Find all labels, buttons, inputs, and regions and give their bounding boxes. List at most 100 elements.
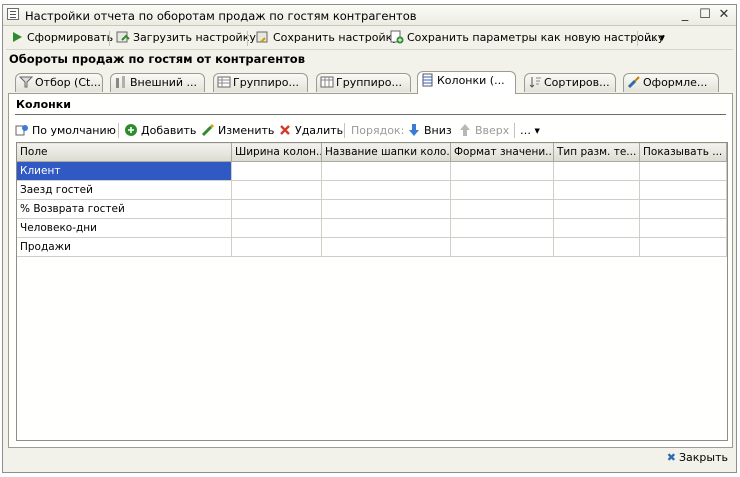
cell-format[interactable] [450, 199, 554, 219]
cell-format[interactable] [450, 161, 554, 181]
settings-window: Настройки отчета по оборотам продаж по г… [2, 4, 737, 473]
brush-icon [627, 75, 641, 89]
cell-field[interactable]: Человеко-дни [16, 218, 232, 238]
cell-size-type[interactable] [553, 180, 640, 200]
tab-label: Оформле... [643, 76, 708, 89]
cell-format[interactable] [450, 218, 554, 238]
filter-icon [18, 75, 34, 89]
up-label: Вверх [475, 124, 510, 137]
cell-width[interactable] [231, 180, 322, 200]
cell-caption[interactable] [321, 237, 451, 257]
tab-label: Внешний ... [130, 76, 198, 89]
table-row[interactable]: Клиент [16, 161, 727, 181]
tools-icon [114, 75, 128, 89]
delete-button[interactable]: Удалить [278, 123, 343, 139]
table-icon [217, 75, 231, 89]
dropdown-arrow-icon: ▼ [659, 34, 665, 42]
group-divider [15, 114, 726, 115]
move-up-button[interactable]: Вверх [458, 123, 509, 139]
maximize-button[interactable]: ☐ [696, 6, 714, 23]
cell-format[interactable] [450, 180, 554, 200]
cell-field[interactable]: Заезд гостей [16, 180, 232, 200]
arrow-up-icon [458, 123, 472, 137]
tab-label: Отбор (Ct... [35, 76, 101, 89]
cell-width[interactable] [231, 237, 322, 257]
more-label: … [645, 31, 656, 44]
down-label: Вниз [424, 124, 452, 137]
play-icon [10, 30, 24, 44]
tab-columns[interactable]: Колонки (... [417, 71, 516, 94]
tab-grouping-columns[interactable]: Группиро... [316, 73, 411, 92]
table-header-row: Поле Ширина колон... Название шапки коло… [16, 142, 727, 162]
cell-caption[interactable] [321, 218, 451, 238]
cell-caption[interactable] [321, 199, 451, 219]
cell-show[interactable] [639, 180, 727, 200]
tab-external[interactable]: Внешний ... [110, 73, 205, 92]
table-row[interactable]: % Возврата гостей [16, 199, 727, 219]
main-toolbar: Сформировать Загрузить настройку Сохрани… [6, 27, 733, 50]
tab-formatting[interactable]: Оформле... [623, 73, 719, 92]
dropdown-arrow-icon: ▼ [534, 127, 540, 135]
close-window-button[interactable]: ✕ [715, 6, 733, 23]
load-settings-label: Загрузить настройку [133, 31, 256, 44]
close-button[interactable]: ✖ Закрыть [667, 450, 728, 466]
cell-width[interactable] [231, 199, 322, 219]
toolbar-more-button[interactable]: … ▼ [645, 30, 665, 46]
save-settings-button[interactable]: Сохранить настройку [256, 30, 399, 46]
edit-label: Изменить [218, 124, 275, 137]
generate-label: Сформировать [27, 31, 114, 44]
column-header-caption[interactable]: Название шапки коло... [321, 142, 451, 162]
cell-caption[interactable] [321, 180, 451, 200]
cell-field[interactable]: % Возврата гостей [16, 199, 232, 219]
cell-format[interactable] [450, 237, 554, 257]
cell-size-type[interactable] [553, 199, 640, 219]
order-label: Порядок: [351, 124, 405, 137]
sort-icon [528, 75, 542, 89]
column-header-width[interactable]: Ширина колон... [231, 142, 322, 162]
cell-width[interactable] [231, 218, 322, 238]
column-header-format[interactable]: Формат значени... [450, 142, 554, 162]
minimize-button[interactable]: _ [676, 6, 694, 23]
app-icon [7, 8, 19, 20]
cell-show[interactable] [639, 237, 727, 257]
cell-show[interactable] [639, 199, 727, 219]
table-row[interactable]: Заезд гостей [16, 180, 727, 200]
columns-panel: Колонки По умолчанию Добавить Изменить У… [8, 93, 733, 448]
add-icon [124, 123, 138, 137]
cell-show[interactable] [639, 161, 727, 181]
cell-size-type[interactable] [553, 218, 640, 238]
tab-label: Группиро... [336, 76, 402, 89]
tab-label: Сортиров... [544, 76, 610, 89]
generate-button[interactable]: Сформировать [10, 30, 113, 46]
settings-tabs: Отбор (Ct... Внешний ... Группиро... Гру… [3, 71, 738, 94]
table-row[interactable]: Человеко-дни [16, 218, 727, 238]
cell-field[interactable]: Продажи [16, 237, 232, 257]
cell-size-type[interactable] [553, 237, 640, 257]
save-settings-label: Сохранить настройку [273, 31, 399, 44]
tab-filter[interactable]: Отбор (Ct... [15, 73, 103, 92]
tab-grouping-rows[interactable]: Группиро... [213, 73, 308, 92]
column-header-size-type[interactable]: Тип разм. те... [553, 142, 640, 162]
report-title: Обороты продаж по гостям от контрагентов [9, 52, 305, 66]
save-as-new-button[interactable]: Сохранить параметры как новую настройку [390, 30, 664, 46]
add-button[interactable]: Добавить [124, 123, 196, 139]
panel-more-button[interactable]: … ▼ [520, 123, 540, 139]
table-row[interactable]: Продажи [16, 237, 727, 257]
load-settings-button[interactable]: Загрузить настройку [116, 30, 256, 46]
save-as-new-label: Сохранить параметры как новую настройку [407, 31, 665, 44]
panel-more-label: … [520, 124, 531, 137]
cell-size-type[interactable] [553, 161, 640, 181]
save-new-icon [390, 30, 404, 44]
column-header-field[interactable]: Поле [16, 142, 232, 162]
cell-field[interactable]: Клиент [16, 161, 232, 181]
cell-show[interactable] [639, 218, 727, 238]
tab-sorting[interactable]: Сортиров... [524, 73, 616, 92]
cell-caption[interactable] [321, 161, 451, 181]
defaults-button[interactable]: По умолчанию [15, 123, 116, 139]
move-down-button[interactable]: Вниз [407, 123, 452, 139]
edit-button[interactable]: Изменить [201, 123, 274, 139]
cell-width[interactable] [231, 161, 322, 181]
column-header-show[interactable]: Показывать ... [639, 142, 727, 162]
delete-icon [278, 123, 292, 137]
defaults-label: По умолчанию [32, 124, 116, 137]
